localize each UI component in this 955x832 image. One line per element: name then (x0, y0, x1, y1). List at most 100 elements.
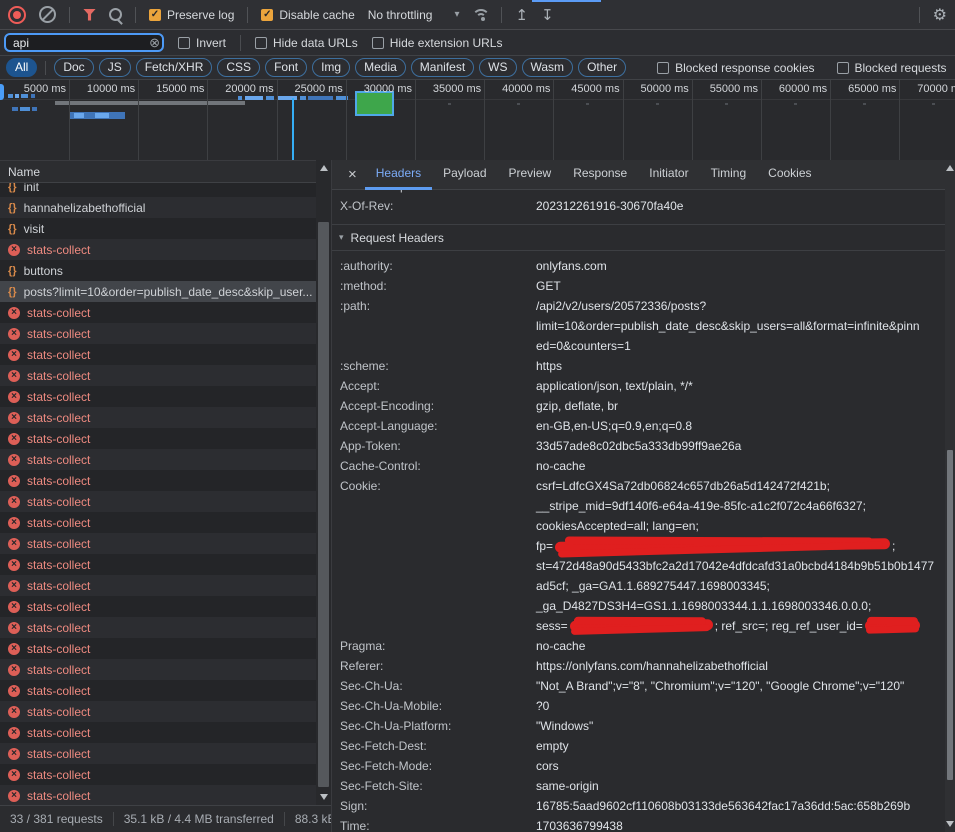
request-row[interactable]: ×stats-collect (0, 533, 316, 554)
request-list-scrollbar[interactable] (316, 160, 331, 805)
close-icon[interactable]: × (340, 166, 365, 183)
header-value-line: __stripe_mid=9df140f6-e64a-419e-85fc-a1c… (536, 496, 946, 516)
import-har-button[interactable]: ↥ (515, 6, 528, 24)
request-row[interactable]: ×stats-collect (0, 722, 316, 743)
request-row[interactable]: ×stats-collect (0, 659, 316, 680)
request-row[interactable]: ×stats-collect (0, 680, 316, 701)
chip-divider (45, 61, 46, 75)
header-value-text: no-cache (536, 639, 585, 653)
search-button[interactable] (109, 8, 122, 21)
filter-chip-js[interactable]: JS (99, 58, 131, 77)
scrollbar-thumb[interactable] (318, 222, 329, 787)
throttling-dropdown[interactable]: No throttling ▾ (368, 8, 460, 22)
request-row[interactable]: {}posts?limit=10&order=publish_date_desc… (0, 281, 316, 302)
header-row: Sec-Ch-Ua-Platform:"Windows" (332, 716, 946, 736)
tab-cookies[interactable]: Cookies (757, 160, 822, 190)
request-name: stats-collect (27, 327, 90, 341)
scroll-down-icon[interactable] (320, 794, 328, 800)
request-headers-section-header[interactable]: ▾ Request Headers (332, 224, 946, 251)
request-row[interactable]: ×stats-collect (0, 302, 316, 323)
request-row[interactable]: ×stats-collect (0, 638, 316, 659)
error-icon: × (8, 790, 20, 802)
details-scrollbar[interactable] (945, 160, 955, 832)
filter-chip-img[interactable]: Img (312, 58, 350, 77)
header-row: Accept-Encoding:gzip, deflate, br (332, 396, 946, 416)
request-row[interactable]: ×stats-collect (0, 701, 316, 722)
preserve-log-checkbox[interactable]: ✓ Preserve log (149, 8, 234, 22)
settings-button[interactable]: ⚙ (933, 5, 947, 25)
request-row[interactable]: ×stats-collect (0, 491, 316, 512)
request-row[interactable]: ×stats-collect (0, 785, 316, 806)
filter-toggle-button[interactable] (83, 9, 96, 21)
request-row[interactable]: {}buttons (0, 260, 316, 281)
header-row: Cache-Control:no-cache (332, 456, 946, 476)
request-row[interactable]: ×stats-collect (0, 617, 316, 638)
hide-data-urls-checkbox[interactable]: Hide data URLs (255, 36, 358, 50)
request-name: hannahelizabethofficial (24, 201, 146, 215)
request-row[interactable]: {}init (0, 183, 316, 197)
header-value-line: ?0 (536, 696, 946, 716)
request-row[interactable]: ×stats-collect (0, 575, 316, 596)
record-icon (8, 6, 26, 24)
request-row[interactable]: ×stats-collect (0, 323, 316, 344)
filter-chip-wasm[interactable]: Wasm (522, 58, 574, 77)
disable-cache-checkbox[interactable]: ✓ Disable cache (261, 8, 354, 22)
tab-preview[interactable]: Preview (498, 160, 563, 190)
blocked-response-cookies-checkbox[interactable]: Blocked response cookies (657, 61, 814, 75)
overview[interactable]: 5000 ms10000 ms15000 ms20000 ms25000 ms3… (0, 80, 955, 160)
scrollbar-thumb[interactable] (947, 450, 953, 780)
request-row[interactable]: ×stats-collect (0, 428, 316, 449)
request-header-rows: :authority:onlyfans.com:method:GET:path:… (332, 251, 946, 832)
blocked-requests-checkbox[interactable]: Blocked requests (837, 61, 947, 75)
clear-filter-icon[interactable]: ⊗ (149, 35, 160, 51)
request-row[interactable]: ×stats-collect (0, 470, 316, 491)
tab-timing[interactable]: Timing (700, 160, 758, 190)
header-name: Accept: (340, 376, 380, 396)
request-row[interactable]: ×stats-collect (0, 344, 316, 365)
filter-chip-manifest[interactable]: Manifest (411, 58, 474, 77)
filter-input[interactable] (4, 33, 164, 52)
request-row[interactable]: ×stats-collect (0, 764, 316, 785)
filter-chip-css[interactable]: CSS (217, 58, 260, 77)
tab-response[interactable]: Response (562, 160, 638, 190)
network-conditions-button[interactable] (472, 9, 488, 20)
filter-chip-media[interactable]: Media (355, 58, 406, 77)
record-button[interactable] (8, 6, 26, 24)
invert-checkbox[interactable]: Invert (178, 36, 226, 50)
filter-chip-font[interactable]: Font (265, 58, 307, 77)
filter-chip-other[interactable]: Other (578, 58, 626, 77)
request-row[interactable]: ×stats-collect (0, 386, 316, 407)
request-row[interactable]: ×stats-collect (0, 239, 316, 260)
request-row[interactable]: {}hannahelizabethofficial (0, 197, 316, 218)
request-row[interactable]: ×stats-collect (0, 743, 316, 764)
export-har-button[interactable]: ↧ (541, 6, 554, 24)
request-row[interactable]: ×stats-collect (0, 365, 316, 386)
header-row: :scheme:https (332, 356, 946, 376)
request-row[interactable]: ×stats-collect (0, 449, 316, 470)
clear-button[interactable] (39, 6, 56, 23)
request-row[interactable]: ×stats-collect (0, 407, 316, 428)
request-row[interactable]: ×stats-collect (0, 512, 316, 533)
scroll-up-icon[interactable] (946, 165, 954, 171)
name-column-header[interactable]: Name (0, 161, 331, 183)
toolbar-divider (501, 7, 502, 23)
request-row[interactable]: {}visit (0, 218, 316, 239)
redaction-scribble (555, 539, 890, 554)
overview-gridline (484, 80, 485, 160)
error-icon: × (8, 244, 20, 256)
tab-payload[interactable]: Payload (432, 160, 497, 190)
header-name: Sec-Fetch-Site: (340, 776, 423, 796)
filter-chip-fetch-xhr[interactable]: Fetch/XHR (136, 58, 213, 77)
header-row: Sec-Fetch-Mode:cors (332, 756, 946, 776)
filter-chip-ws[interactable]: WS (479, 58, 516, 77)
request-row[interactable]: ×stats-collect (0, 554, 316, 575)
filter-chip-doc[interactable]: Doc (54, 58, 93, 77)
filter-chip-all[interactable]: All (6, 58, 37, 77)
request-row[interactable]: ×stats-collect (0, 596, 316, 617)
tab-headers[interactable]: Headers (365, 160, 432, 190)
scroll-up-icon[interactable] (320, 165, 328, 171)
overview-gridline (207, 80, 208, 160)
tab-initiator[interactable]: Initiator (638, 160, 699, 190)
hide-extension-urls-checkbox[interactable]: Hide extension URLs (372, 36, 503, 50)
scroll-down-icon[interactable] (946, 821, 954, 827)
